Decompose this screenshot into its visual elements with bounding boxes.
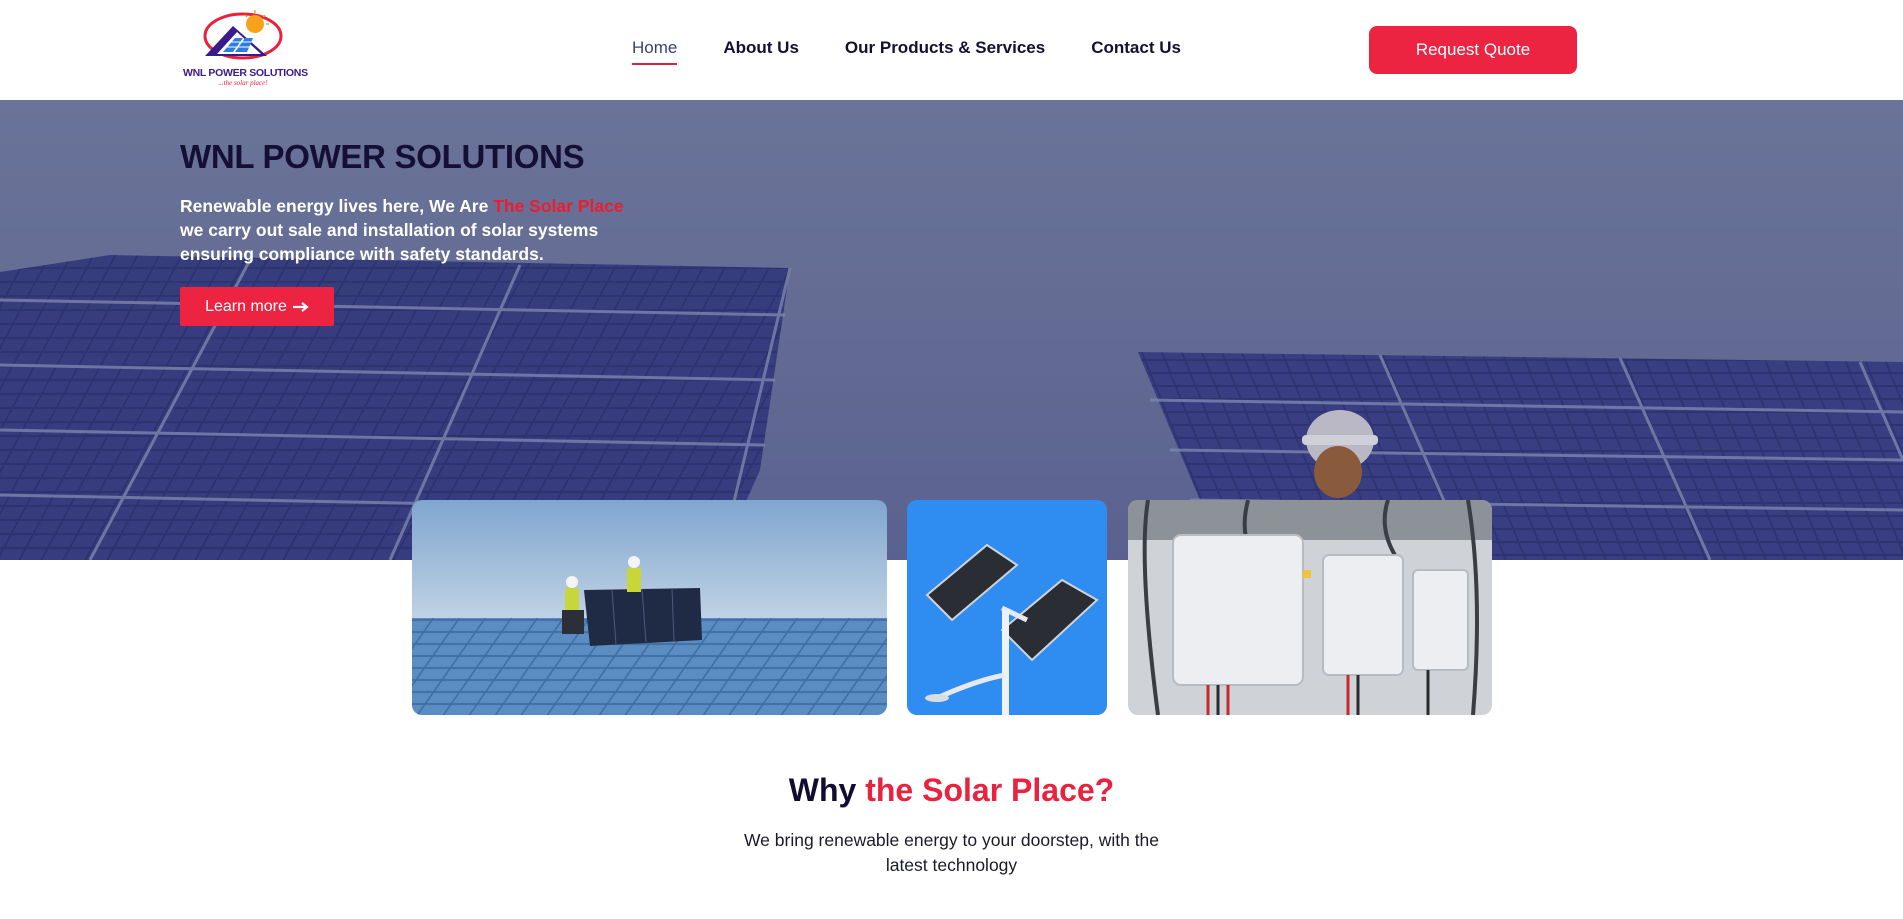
- nav-products-services[interactable]: Our Products & Services: [845, 38, 1045, 58]
- gallery-image-installers: [412, 500, 887, 715]
- why-section-description: We bring renewable energy to your doorst…: [720, 828, 1183, 878]
- why-title-prefix: Why: [788, 772, 866, 808]
- why-title-highlight: the Solar Place?: [865, 772, 1115, 808]
- why-text-line-2: latest technology: [885, 855, 1018, 875]
- nav-home[interactable]: Home: [632, 38, 678, 65]
- hero-title: WNL POWER SOLUTIONS: [180, 138, 585, 175]
- request-quote-button[interactable]: Request Quote: [1369, 26, 1577, 74]
- gallery-image-street-light: [907, 500, 1107, 715]
- learn-more-label: Learn more: [205, 297, 287, 315]
- hero-line-3: ensuring compliance with safety standard…: [180, 244, 544, 264]
- why-text-line-1: We bring renewable energy to your doorst…: [743, 830, 1160, 850]
- learn-more-button[interactable]: Learn more: [180, 287, 334, 326]
- site-logo[interactable]: WNL POWER SOLUTIONS ...the solar place!: [183, 10, 308, 90]
- hero-solar-place-highlight: The Solar Place: [493, 196, 624, 216]
- hero-description: Renewable energy lives here, We Are The …: [180, 194, 624, 266]
- why-section-title: Why the Solar Place?: [0, 772, 1903, 809]
- site-header: WNL POWER SOLUTIONS ...the solar place! …: [0, 0, 1903, 100]
- hero-line-2: we carry out sale and installation of so…: [180, 220, 599, 240]
- hero-line-1-prefix: Renewable energy lives here, We Are: [180, 196, 494, 216]
- nav-contact-us[interactable]: Contact Us: [1091, 38, 1181, 58]
- hero-section: WNL POWER SOLUTIONS Renewable energy liv…: [0, 100, 1903, 560]
- nav-about-us[interactable]: About Us: [723, 38, 799, 58]
- hero-line-1: Renewable energy lives here, We Are The …: [180, 194, 624, 218]
- main-nav: Home About Us Our Products & Services Co…: [632, 38, 1181, 65]
- logo-tagline: ...the solar place!: [218, 79, 268, 87]
- arrow-right-icon: [292, 301, 309, 312]
- gallery-image-inverters: [1128, 500, 1492, 715]
- solar-house-logo-icon: [203, 10, 283, 60]
- logo-name: WNL POWER SOLUTIONS: [183, 67, 308, 79]
